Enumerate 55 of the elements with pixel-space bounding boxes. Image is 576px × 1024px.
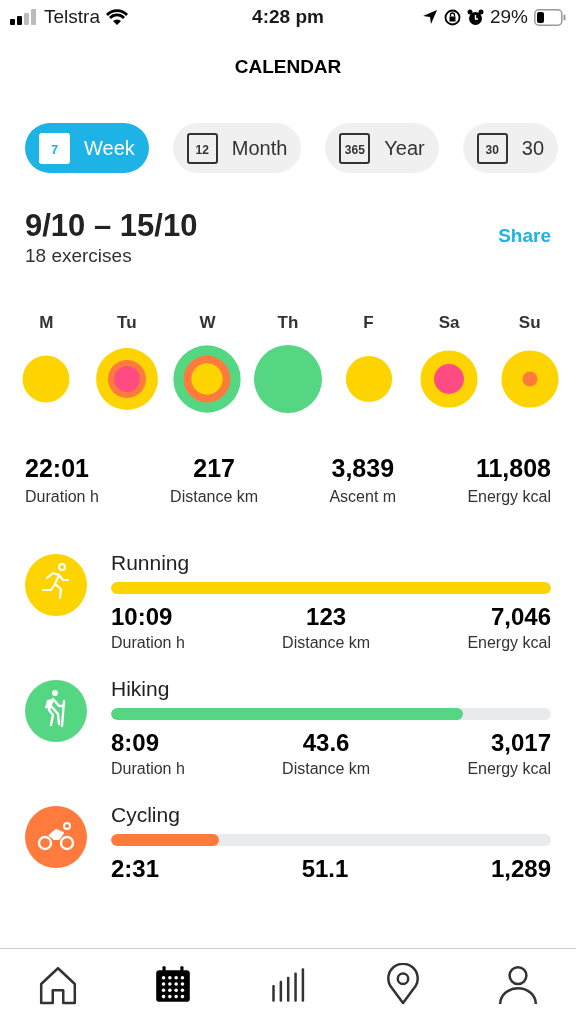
wifi-icon <box>105 9 128 25</box>
weekday-label: Th <box>277 312 299 332</box>
activity-rings[interactable] <box>253 344 323 414</box>
stat-label: Energy kcal <box>467 633 551 653</box>
weekday-label: Su <box>518 312 541 332</box>
period-tab[interactable]: 365 Year <box>325 123 439 173</box>
stat-value: 3,839 <box>331 453 395 484</box>
stat-label: Energy kcal <box>467 759 551 779</box>
calendar-icon: 12 <box>186 132 218 164</box>
stat-value: 11,808 <box>475 453 551 484</box>
stat-value: 2:31 <box>111 854 160 884</box>
weekday-label: M <box>39 312 54 332</box>
weekday-label: Tu <box>117 312 137 332</box>
weekday-label: Sa <box>438 312 460 332</box>
stat-value: 3,017 <box>490 728 551 758</box>
stat-label: Duration h <box>111 759 185 779</box>
calendar-icon: 7 <box>39 132 70 164</box>
rotation-lock-icon <box>443 8 461 26</box>
activity-name: Running <box>111 550 191 576</box>
stat-label: Duration h <box>111 633 185 653</box>
alarm-icon <box>466 8 484 26</box>
signal-icon <box>10 9 38 25</box>
stat-label: Distance km <box>170 487 259 507</box>
stat-value: 43.6 <box>302 728 350 758</box>
carrier-name: Telstra <box>44 4 100 29</box>
stat-label: Energy kcal <box>467 487 551 507</box>
stat-label: Distance km <box>282 759 371 779</box>
location-icon <box>421 9 438 25</box>
stat-label: Duration h <box>25 487 99 507</box>
activity-rings[interactable] <box>172 344 243 414</box>
stat-value: 51.1 <box>301 854 349 884</box>
weekday-label: F <box>363 312 374 332</box>
status-time: 4:28 pm <box>252 4 324 29</box>
stat-value: 217 <box>193 453 235 484</box>
period-tab[interactable]: 30 30 <box>462 123 559 173</box>
battery-percent: 29% <box>489 4 528 29</box>
weekday-label: W <box>199 312 216 332</box>
page-title: CALENDAR <box>234 54 342 79</box>
stat-value: 123 <box>306 602 347 632</box>
stat-value: 1,289 <box>490 854 551 884</box>
battery-icon <box>534 8 566 26</box>
stat-value: 10:09 <box>111 602 173 632</box>
activity-name: Hiking <box>111 676 171 702</box>
profile-icon[interactable] <box>497 963 540 1005</box>
activity-name: Cycling <box>111 802 181 828</box>
stat-value: 7,046 <box>490 602 551 632</box>
date-range: 9/10 – 15/10 <box>25 208 198 244</box>
stat-value: 8:09 <box>111 728 160 758</box>
period-tab[interactable]: 12 Month <box>172 123 302 173</box>
calendar-icon: 365 <box>339 132 371 164</box>
stat-label: Ascent m <box>329 487 397 507</box>
stat-value: 22:01 <box>25 453 89 484</box>
stat-label: Distance km <box>282 633 371 653</box>
calendar-icon: 30 <box>476 132 508 164</box>
exercise-count: 18 exercises <box>25 244 133 268</box>
